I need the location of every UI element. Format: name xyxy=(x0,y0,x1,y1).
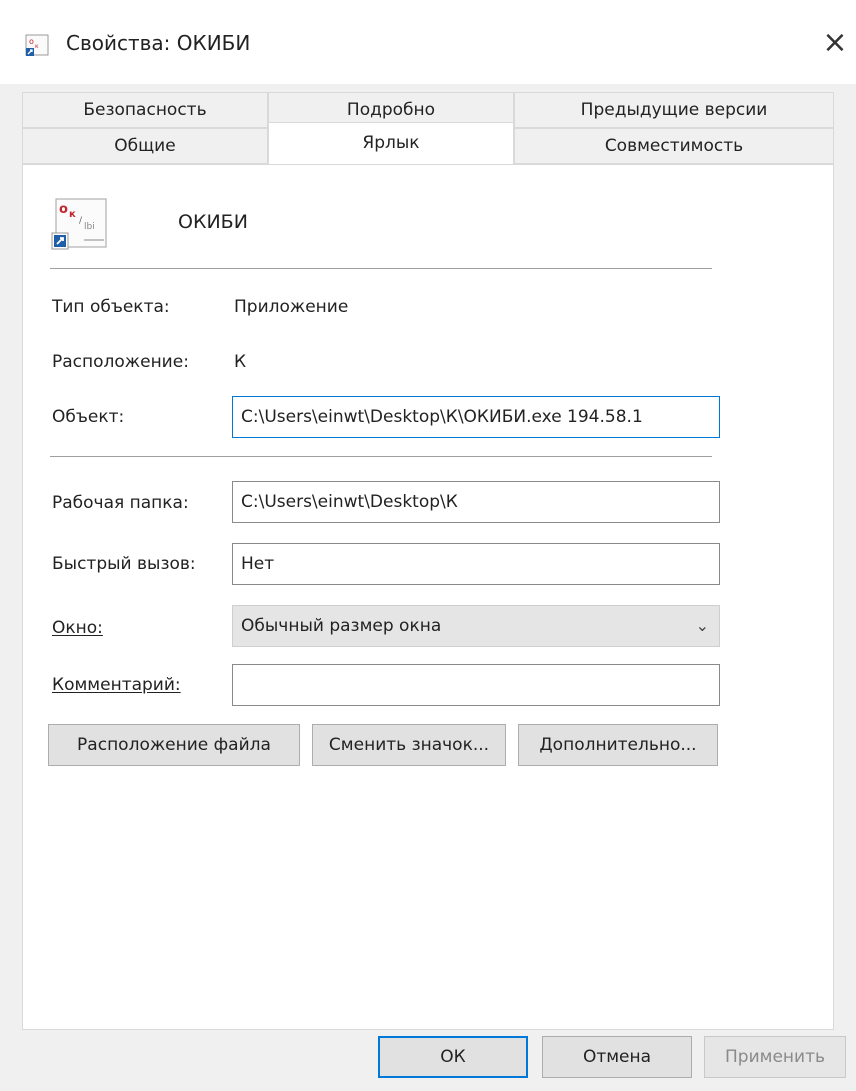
type-label: Тип объекта: xyxy=(52,297,170,317)
svg-text:lbi: lbi xyxy=(84,222,95,232)
type-value: Приложение xyxy=(234,297,349,317)
shortcut-panel xyxy=(22,164,834,1030)
close-icon[interactable]: × xyxy=(818,26,852,60)
tab-compatibility[interactable]: Совместимость xyxy=(514,128,834,164)
cancel-button[interactable]: Отмена xyxy=(542,1036,692,1078)
location-label: Расположение: xyxy=(52,352,189,372)
window-mode-select[interactable]: Обычный размер окна ⌄ xyxy=(232,605,720,647)
tab-previous-versions[interactable]: Предыдущие версии xyxy=(514,92,834,128)
comment-input[interactable] xyxy=(232,664,720,706)
chevron-down-icon: ⌄ xyxy=(695,616,709,635)
target-label: Объект: xyxy=(52,407,125,427)
workdir-input[interactable]: C:\Users\einwt\Desktop\К xyxy=(232,481,720,523)
location-value: К xyxy=(234,352,247,372)
svg-text:к: к xyxy=(35,43,39,50)
window-title: Свойства: ОКИБИ xyxy=(66,31,251,55)
shortcut-name: ОКИБИ xyxy=(178,211,248,233)
separator xyxy=(50,268,712,269)
svg-text:o: o xyxy=(59,202,68,217)
svg-text:к: к xyxy=(69,209,76,220)
title-bar: o к Свойства: ОКИБИ × xyxy=(0,0,856,84)
hotkey-input[interactable]: Нет xyxy=(232,543,720,585)
comment-label: Комментарий: xyxy=(52,675,181,695)
tab-strip: Безопасность Подробно Предыдущие версии … xyxy=(22,92,834,166)
open-file-location-button[interactable]: Расположение файла xyxy=(48,724,300,766)
hotkey-label: Быстрый вызов: xyxy=(52,554,196,574)
target-input[interactable]: C:\Users\einwt\Desktop\К\ОКИБИ.exe 194.5… xyxy=(232,396,720,438)
ok-button[interactable]: ОК xyxy=(378,1036,528,1078)
window-mode-label: Окно: xyxy=(52,618,103,638)
separator xyxy=(50,456,712,457)
advanced-button[interactable]: Дополнительно... xyxy=(518,724,718,766)
tab-general[interactable]: Общие xyxy=(22,128,268,164)
workdir-label: Рабочая папка: xyxy=(52,493,189,513)
shortcut-app-icon: o к / lbi xyxy=(51,198,107,250)
tab-security[interactable]: Безопасность xyxy=(22,92,268,128)
change-icon-button[interactable]: Сменить значок... xyxy=(312,724,506,766)
apply-button[interactable]: Применить xyxy=(704,1036,846,1078)
properties-window: o к Свойства: ОКИБИ × Безопасность Подро… xyxy=(0,0,856,1091)
window-mode-value: Обычный размер окна xyxy=(241,616,442,636)
tab-shortcut[interactable]: Ярлык xyxy=(268,122,514,164)
shortcut-app-icon: o к xyxy=(25,34,49,56)
svg-text:o: o xyxy=(29,37,34,46)
